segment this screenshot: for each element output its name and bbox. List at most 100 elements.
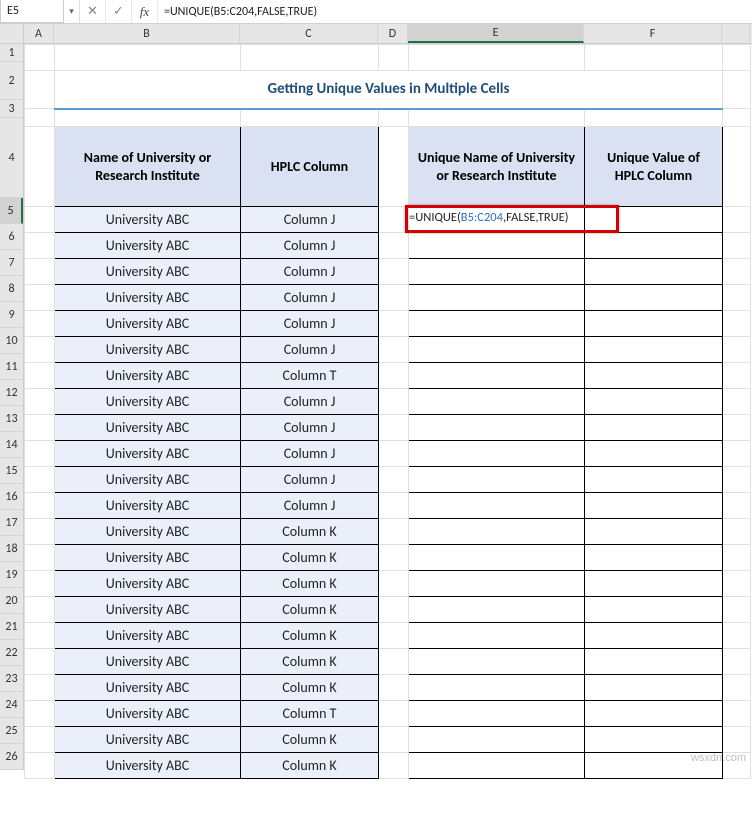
name-box-dropdown[interactable]: ▾ bbox=[64, 0, 80, 23]
table-cell[interactable] bbox=[409, 441, 585, 467]
table-cell[interactable] bbox=[585, 441, 723, 467]
table-cell[interactable]: Column K bbox=[241, 727, 379, 753]
table-cell[interactable]: University ABC bbox=[55, 545, 241, 571]
table-cell[interactable]: Column J bbox=[241, 233, 379, 259]
table-cell[interactable]: Column J bbox=[241, 311, 379, 337]
table-cell[interactable] bbox=[409, 571, 585, 597]
table-cell[interactable] bbox=[409, 701, 585, 727]
name-box[interactable]: E5 bbox=[0, 0, 64, 23]
table-cell[interactable]: Column K bbox=[241, 675, 379, 701]
row-header-10[interactable]: 10 bbox=[0, 328, 23, 354]
table-cell[interactable] bbox=[409, 545, 585, 571]
table-cell[interactable]: University ABC bbox=[55, 623, 241, 649]
table-cell[interactable] bbox=[409, 415, 585, 441]
table-cell[interactable] bbox=[585, 701, 723, 727]
table-cell[interactable]: University ABC bbox=[55, 753, 241, 779]
row-header-13[interactable]: 13 bbox=[0, 406, 23, 432]
table-cell[interactable] bbox=[409, 519, 585, 545]
table-cell[interactable] bbox=[409, 623, 585, 649]
table-cell[interactable] bbox=[585, 675, 723, 701]
table-cell[interactable]: Column K bbox=[241, 623, 379, 649]
table-cell[interactable] bbox=[585, 337, 723, 363]
table-cell[interactable]: University ABC bbox=[55, 493, 241, 519]
table-cell[interactable] bbox=[409, 753, 585, 779]
table-cell[interactable]: University ABC bbox=[55, 207, 241, 233]
table-cell[interactable]: Column J bbox=[241, 389, 379, 415]
row-header-11[interactable]: 11 bbox=[0, 354, 23, 380]
table-cell[interactable]: University ABC bbox=[55, 649, 241, 675]
table-cell[interactable]: Column J bbox=[241, 493, 379, 519]
row-header-1[interactable]: 1 bbox=[0, 44, 23, 62]
table-cell[interactable]: Column T bbox=[241, 363, 379, 389]
table-cell[interactable]: Column J bbox=[241, 207, 379, 233]
table-cell[interactable] bbox=[409, 727, 585, 753]
row-header-6[interactable]: 6 bbox=[0, 224, 23, 250]
table-cell[interactable]: University ABC bbox=[55, 233, 241, 259]
table-cell[interactable]: Column K bbox=[241, 571, 379, 597]
table-cell[interactable] bbox=[585, 389, 723, 415]
row-header-20[interactable]: 20 bbox=[0, 588, 23, 614]
col-header-E[interactable]: E bbox=[408, 24, 584, 43]
row-header-12[interactable]: 12 bbox=[0, 380, 23, 406]
col-header-D[interactable]: D bbox=[378, 24, 408, 43]
row-header-2[interactable]: 2 bbox=[0, 62, 23, 100]
row-header-7[interactable]: 7 bbox=[0, 250, 23, 276]
table-cell[interactable] bbox=[409, 337, 585, 363]
table-cell[interactable] bbox=[409, 311, 585, 337]
table-cell[interactable] bbox=[585, 363, 723, 389]
table-cell[interactable] bbox=[409, 233, 585, 259]
table-cell[interactable] bbox=[585, 727, 723, 753]
table-cell[interactable]: Column T bbox=[241, 701, 379, 727]
enter-icon[interactable]: ✓ bbox=[106, 0, 132, 23]
table-cell[interactable] bbox=[585, 259, 723, 285]
table-cell[interactable] bbox=[585, 649, 723, 675]
table-cell[interactable] bbox=[585, 493, 723, 519]
table-cell[interactable] bbox=[585, 545, 723, 571]
row-header-14[interactable]: 14 bbox=[0, 432, 23, 458]
table-cell[interactable] bbox=[585, 519, 723, 545]
row-header-22[interactable]: 22 bbox=[0, 640, 23, 666]
table-cell[interactable]: University ABC bbox=[55, 519, 241, 545]
table-cell[interactable] bbox=[585, 285, 723, 311]
table-cell[interactable]: University ABC bbox=[55, 675, 241, 701]
table-cell[interactable] bbox=[409, 389, 585, 415]
row-header-23[interactable]: 23 bbox=[0, 666, 23, 692]
row-header-26[interactable]: 26 bbox=[0, 744, 23, 770]
table-cell[interactable]: Column K bbox=[241, 597, 379, 623]
table-cell[interactable] bbox=[585, 207, 723, 233]
table-cell[interactable]: Column K bbox=[241, 519, 379, 545]
table-cell[interactable]: Column J bbox=[241, 285, 379, 311]
table-cell[interactable]: University ABC bbox=[55, 727, 241, 753]
row-header-8[interactable]: 8 bbox=[0, 276, 23, 302]
table-cell[interactable]: Column J bbox=[241, 467, 379, 493]
table-cell[interactable] bbox=[409, 649, 585, 675]
table-cell[interactable] bbox=[409, 467, 585, 493]
table-cell[interactable] bbox=[585, 571, 723, 597]
col-header-A[interactable]: A bbox=[24, 24, 54, 43]
table-cell[interactable]: University ABC bbox=[55, 571, 241, 597]
table-cell[interactable] bbox=[409, 597, 585, 623]
table-cell[interactable]: University ABC bbox=[55, 467, 241, 493]
table-cell[interactable]: University ABC bbox=[55, 337, 241, 363]
table-cell[interactable]: Column J bbox=[241, 337, 379, 363]
row-header-17[interactable]: 17 bbox=[0, 510, 23, 536]
table-cell[interactable]: University ABC bbox=[55, 701, 241, 727]
table-cell[interactable]: University ABC bbox=[55, 597, 241, 623]
select-all-corner[interactable] bbox=[0, 24, 24, 44]
col-header-G[interactable] bbox=[722, 24, 750, 43]
table-cell[interactable]: Column K bbox=[241, 753, 379, 779]
fx-icon[interactable]: fx bbox=[132, 0, 158, 23]
table-cell[interactable] bbox=[409, 493, 585, 519]
row-header-24[interactable]: 24 bbox=[0, 692, 23, 718]
cancel-icon[interactable]: ✕ bbox=[80, 0, 106, 23]
table-cell[interactable]: University ABC bbox=[55, 285, 241, 311]
row-header-18[interactable]: 18 bbox=[0, 536, 23, 562]
row-header-21[interactable]: 21 bbox=[0, 614, 23, 640]
table-cell[interactable]: Column J bbox=[241, 259, 379, 285]
table-cell[interactable]: University ABC bbox=[55, 259, 241, 285]
row-header-19[interactable]: 19 bbox=[0, 562, 23, 588]
col-header-C[interactable]: C bbox=[240, 24, 378, 43]
table-cell[interactable]: Column K bbox=[241, 545, 379, 571]
table-cell[interactable]: Column J bbox=[241, 441, 379, 467]
row-header-5[interactable]: 5 bbox=[0, 198, 23, 224]
